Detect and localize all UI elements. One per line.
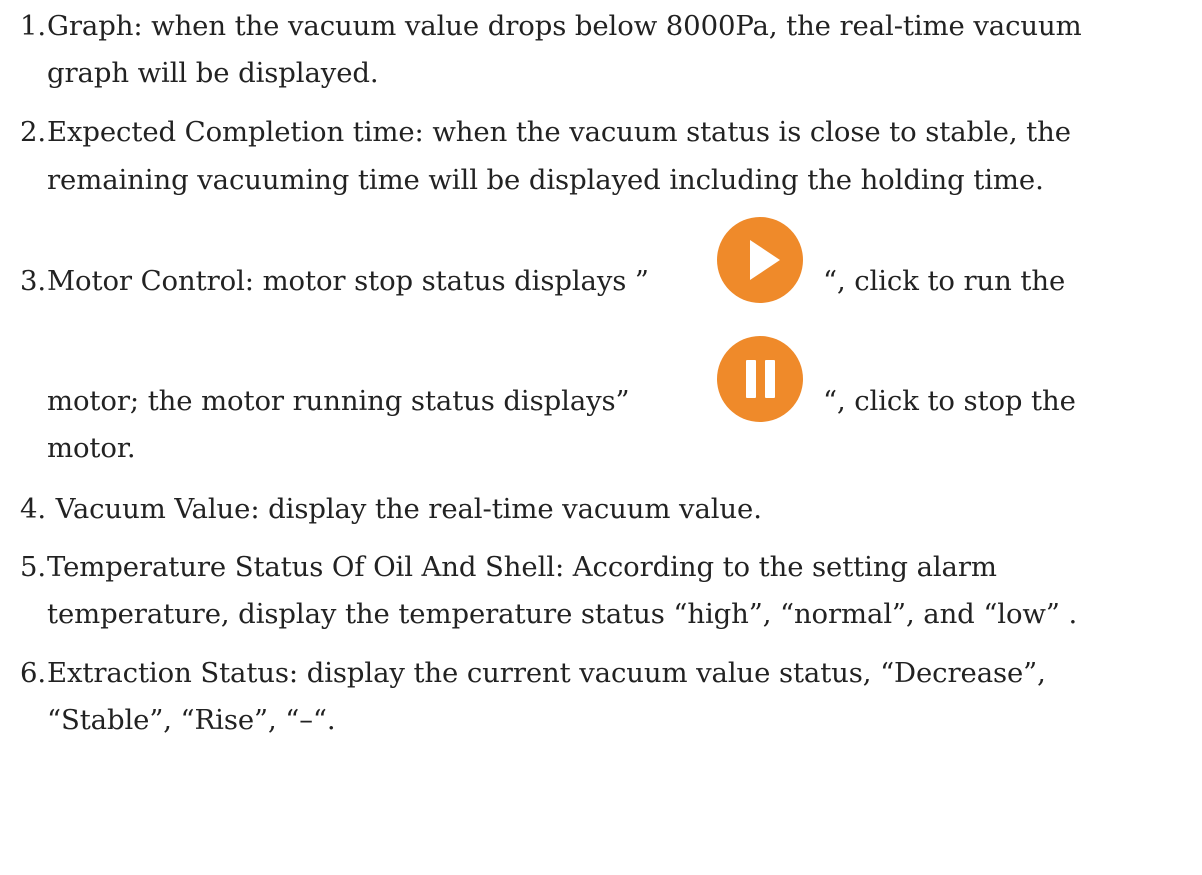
item-text-line-1-after-icon: “, click to run the — [823, 265, 1066, 297]
pause-icon — [717, 336, 803, 422]
play-triangle-shape — [750, 240, 780, 280]
item-text-line-1: Extraction Status: display the current v… — [47, 657, 1046, 689]
item-text-line-2: graph will be displayed. — [47, 57, 379, 89]
pause-bar-left — [746, 360, 756, 398]
item-text-line-2: “Stable”, “Rise”, “–“. — [47, 704, 336, 736]
item-text-line-1: Graph: when the vacuum value drops below… — [47, 10, 1082, 42]
item-number: 3. — [19, 265, 46, 297]
pause-bar-right — [765, 360, 775, 398]
item-text-line-3: motor. — [47, 432, 136, 464]
item-text-line-1-before-icon: Motor Control: motor stop status display… — [47, 265, 649, 297]
manual-page: { "items": [ { "number": "1.", "lines": … — [0, 0, 1202, 875]
item-text-line-1: Temperature Status Of Oil And Shell: Acc… — [47, 551, 997, 583]
item-text-line-2-after-icon: “, click to stop the — [823, 385, 1076, 417]
item-number: 1. — [19, 10, 46, 42]
item-text-line-1: Vacuum Value: display the real-time vacu… — [47, 493, 762, 525]
item-number: 6. — [19, 657, 46, 689]
item-text-line-2-before-icon: motor; the motor running status displays… — [47, 385, 630, 417]
play-icon — [717, 217, 803, 303]
item-text-line-2: temperature, display the temperature sta… — [47, 598, 1078, 630]
item-number: 5. — [19, 551, 46, 583]
item-number: 4. — [19, 493, 46, 525]
item-text-line-1: Expected Completion time: when the vacuu… — [47, 116, 1071, 148]
item-number: 2. — [19, 116, 46, 148]
item-text-line-2: remaining vacuuming time will be display… — [47, 164, 1044, 196]
